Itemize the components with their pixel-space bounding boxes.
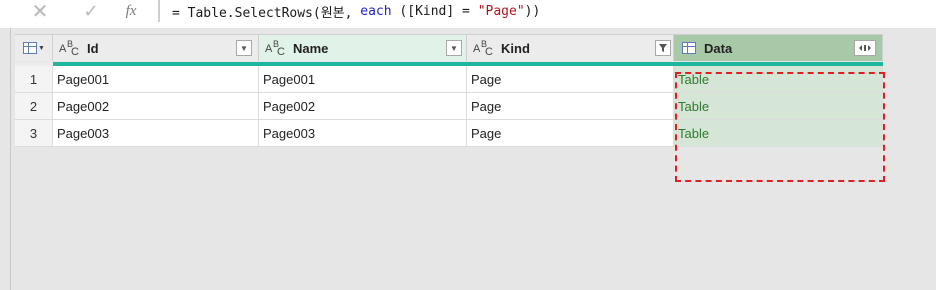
header-row: ▼ ABC Id ▼ ABC Name ▼ ABC Kind Data (15, 34, 883, 62)
dropdown-arrow-icon[interactable]: ▼ (446, 40, 462, 56)
cell-data-table-link[interactable]: Table (674, 66, 883, 93)
fx-icon: fx (125, 2, 137, 19)
insert-function-button[interactable]: fx (119, 0, 143, 22)
dropdown-arrow-icon[interactable]: ▼ (236, 40, 252, 56)
row-number: 2 (15, 93, 53, 120)
row-number: 1 (15, 66, 53, 93)
column-header-label: Kind (501, 40, 530, 56)
text-type-icon[interactable]: ABC (265, 39, 289, 58)
formula-bar: ✕ ✓ fx = Table.SelectRows(원본, each ([Kin… (0, 0, 936, 28)
column-header-label: Data (704, 40, 733, 56)
formula-string: "Page" (477, 3, 525, 19)
data-grid: ▼ ABC Id ▼ ABC Name ▼ ABC Kind Data 1 Pa… (15, 34, 885, 182)
cell-kind[interactable]: Page (467, 120, 674, 147)
formula-prefix: = Table.SelectRows(원본, (172, 5, 361, 21)
formula-middle: ([Kind] = (391, 3, 478, 19)
cell-data-table-link[interactable]: Table (674, 120, 883, 147)
text-type-icon[interactable]: ABC (59, 39, 83, 58)
cell-data-table-link[interactable]: Table (674, 93, 883, 120)
checkmark-icon: ✓ (83, 0, 99, 21)
cell-id[interactable]: Page002 (53, 93, 259, 120)
row-number: 3 (15, 120, 53, 147)
formula-input[interactable]: = Table.SelectRows(원본, each ([Kind] = "P… (172, 0, 540, 22)
column-header-label: Name (293, 40, 329, 56)
table-row: 1 Page001 Page001 Page Table (15, 66, 883, 93)
commit-formula-button[interactable]: ✓ (78, 0, 104, 22)
column-header-label: Id (87, 40, 99, 56)
table-row: 2 Page002 Page002 Page Table (15, 93, 883, 120)
data-preview-area: ▼ ABC Id ▼ ABC Name ▼ ABC Kind Data 1 Pa… (10, 28, 936, 290)
cell-kind[interactable]: Page (467, 66, 674, 93)
table-menu-icon: ▼ (23, 42, 45, 54)
formula-keyword: each (360, 3, 392, 19)
cell-name[interactable]: Page003 (259, 120, 467, 147)
cell-name[interactable]: Page002 (259, 93, 467, 120)
column-header-name[interactable]: ABC Name ▼ (259, 34, 467, 61)
filter-applied-icon[interactable] (655, 40, 671, 56)
column-header-data[interactable]: Data (674, 34, 883, 61)
column-header-id[interactable]: ABC Id ▼ (53, 34, 259, 61)
table-row: 3 Page003 Page003 Page Table (15, 120, 883, 147)
column-header-kind[interactable]: ABC Kind (467, 34, 674, 61)
cell-id[interactable]: Page001 (53, 66, 259, 93)
table-menu-button[interactable]: ▼ (15, 34, 53, 61)
table-type-icon[interactable] (682, 42, 696, 54)
formula-suffix: )) (524, 3, 541, 19)
formula-bar-divider (158, 0, 160, 22)
cell-kind[interactable]: Page (467, 93, 674, 120)
cell-id[interactable]: Page003 (53, 120, 259, 147)
text-type-icon[interactable]: ABC (473, 39, 497, 58)
expand-column-icon[interactable] (854, 40, 876, 56)
close-icon: ✕ (31, 0, 49, 23)
cancel-formula-button[interactable]: ✕ (26, 0, 54, 23)
cell-name[interactable]: Page001 (259, 66, 467, 93)
